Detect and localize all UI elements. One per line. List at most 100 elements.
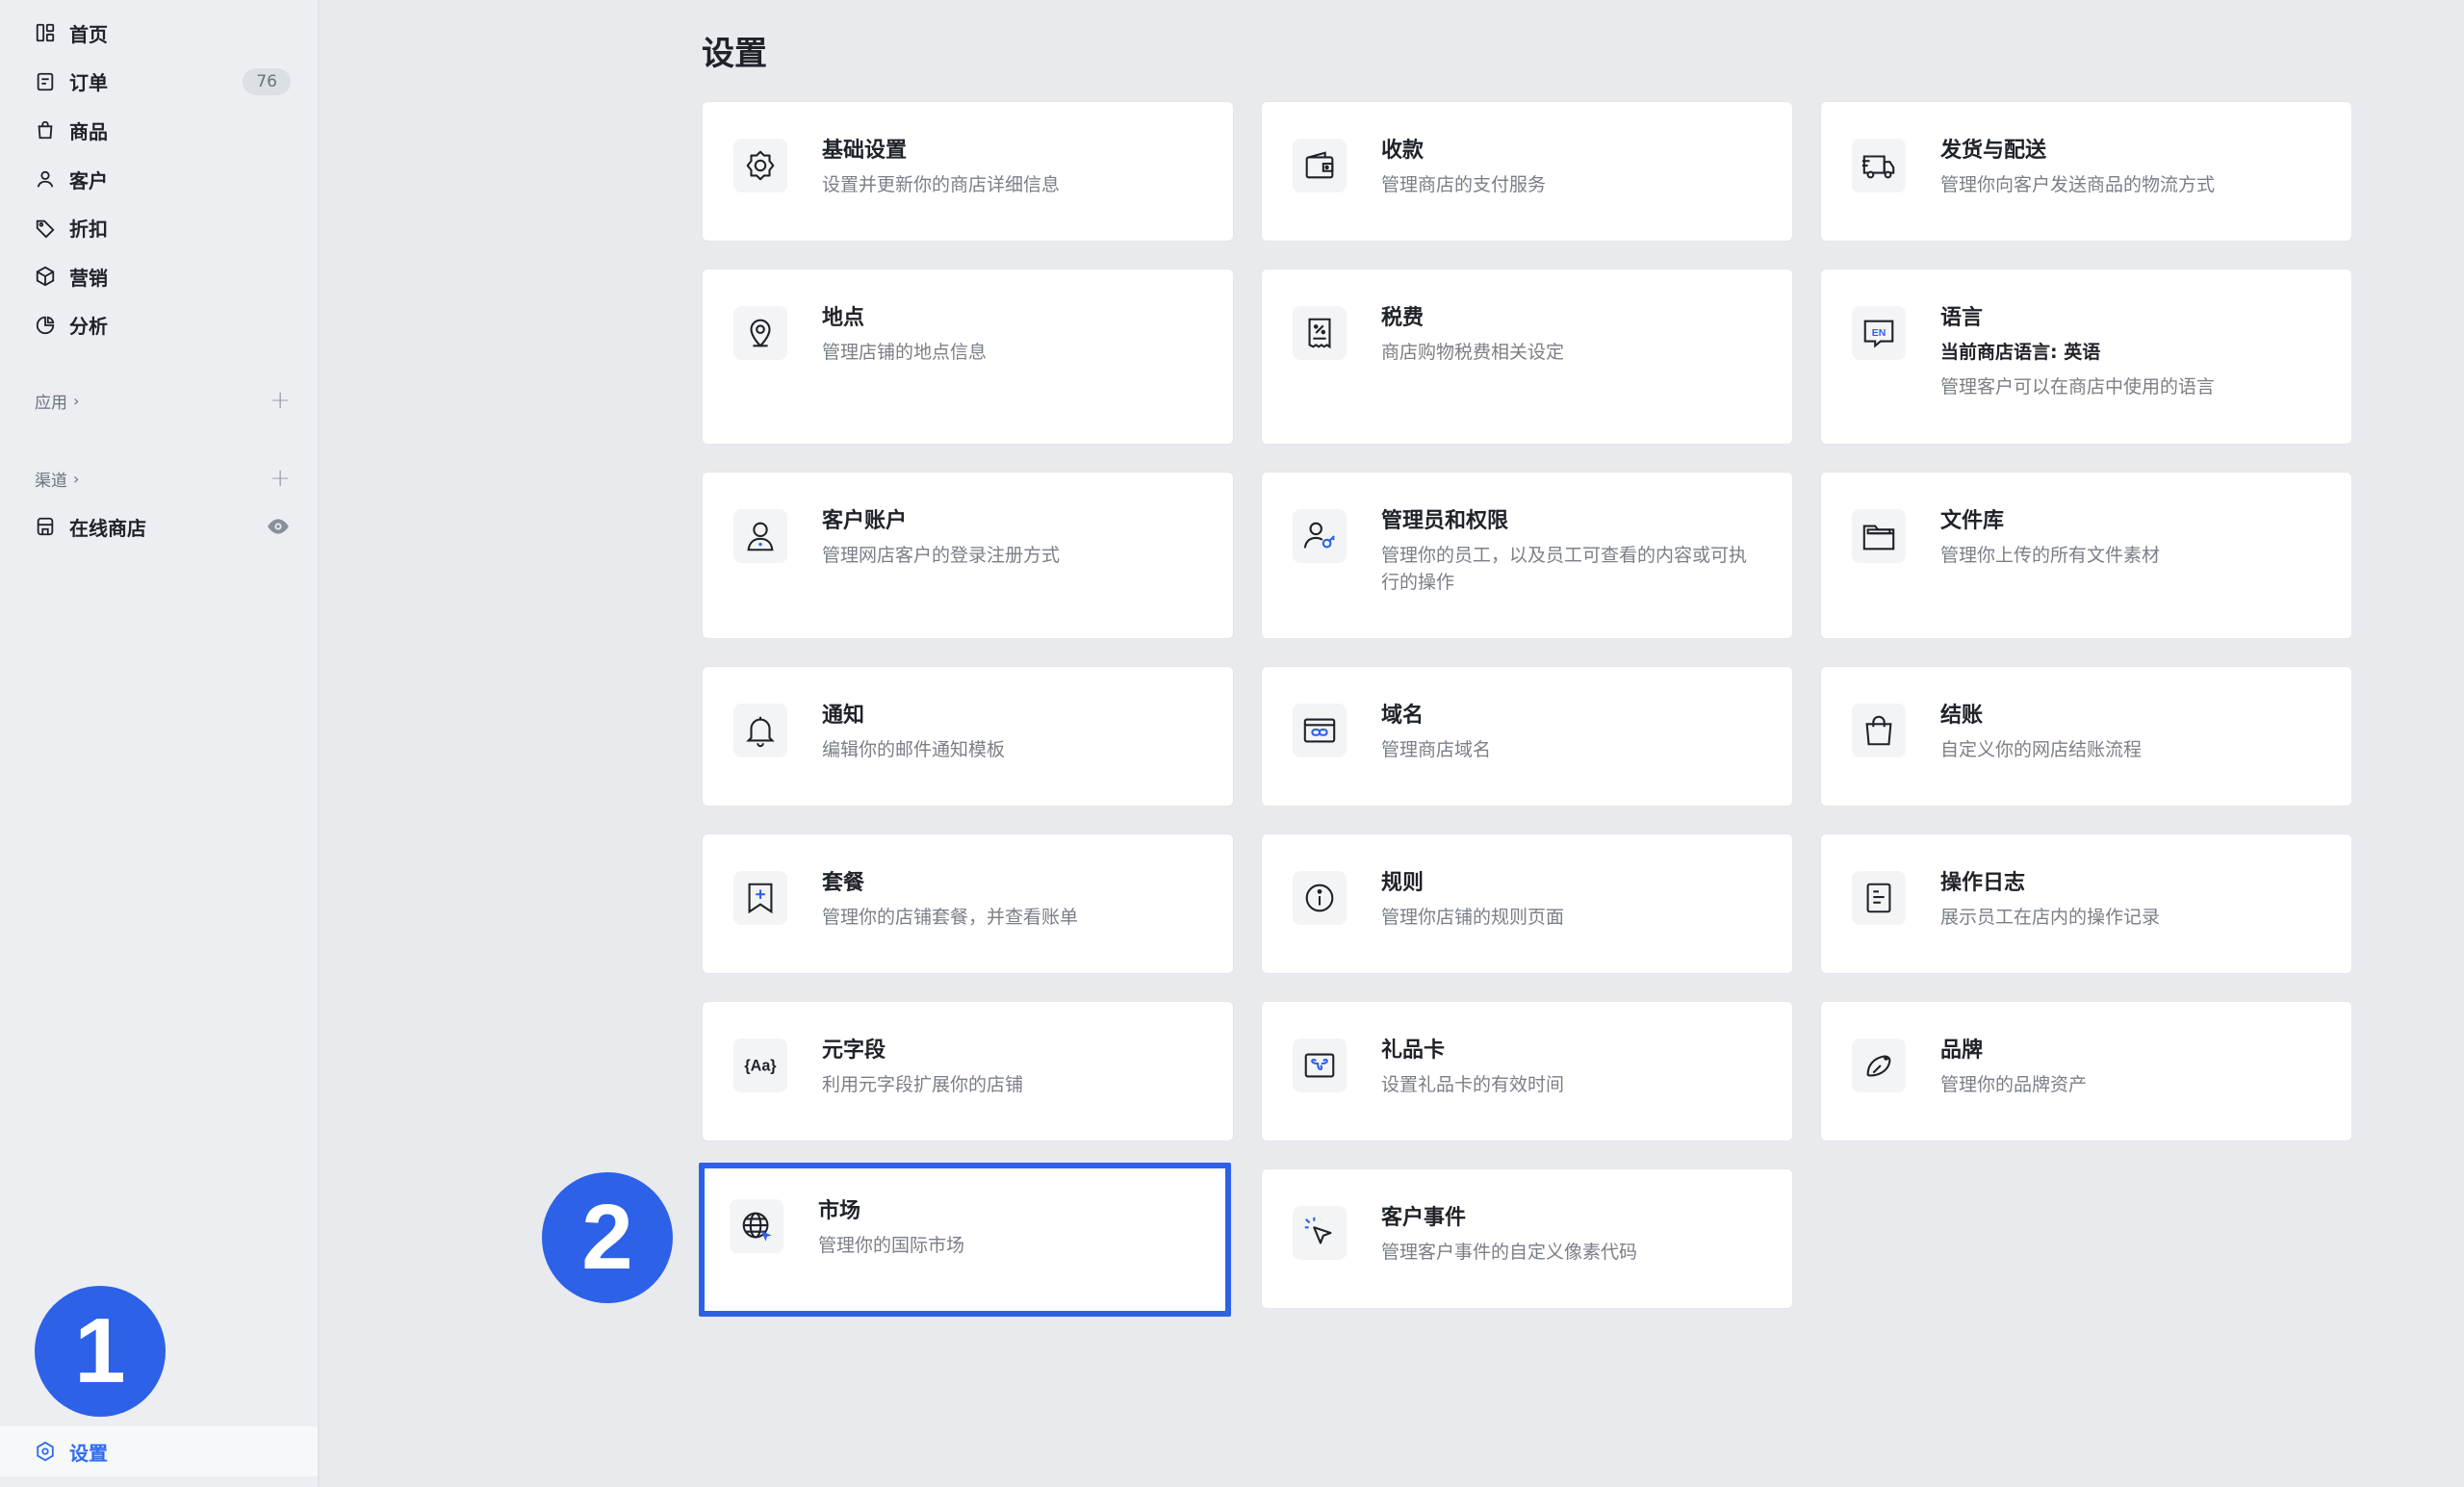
brand-icon bbox=[1852, 1038, 1906, 1092]
sidebar-item-label: 营销 bbox=[69, 266, 108, 290]
settings-card-locations[interactable]: 地点 管理店铺的地点信息 bbox=[702, 269, 1234, 445]
settings-card-file-library[interactable]: 文件库 管理你上传的所有文件素材 bbox=[1820, 472, 2352, 639]
folder-icon bbox=[1852, 509, 1906, 563]
card-description: 管理你向客户发送商品的物流方式 bbox=[1940, 174, 2216, 195]
card-description: 管理店铺的地点信息 bbox=[822, 342, 988, 363]
card-title: 结账 bbox=[1940, 704, 1984, 728]
settings-card-markets[interactable]: 市场 管理你的国际市场 bbox=[699, 1163, 1231, 1317]
settings-card-taxes[interactable]: 税费 商店购物税费相关设定 bbox=[1261, 269, 1793, 445]
shopping-bag-icon bbox=[1852, 704, 1906, 757]
sidebar-item-products[interactable]: 商品 bbox=[0, 106, 318, 155]
sidebar-nav: 首页 订单 76 商品 客户 折扣 营销 分析 bbox=[0, 9, 318, 349]
card-description: 管理你的国际市场 bbox=[818, 1235, 965, 1256]
card-description: 管理商店的支付服务 bbox=[1381, 174, 1547, 195]
settings-card-payments[interactable]: 收款 管理商店的支付服务 bbox=[1261, 101, 1793, 242]
card-description: 自定义你的网店结账流程 bbox=[1940, 739, 2143, 760]
settings-card-metafields[interactable]: {Aa} 元字段 利用元字段扩展你的店铺 bbox=[702, 1001, 1234, 1141]
settings-card-customer-events[interactable]: 客户事件 管理客户事件的自定义像素代码 bbox=[1261, 1168, 1793, 1309]
card-description: 管理你店铺的规则页面 bbox=[1381, 907, 1565, 928]
settings-card-basic[interactable]: 基础设置 设置并更新你的商店详细信息 bbox=[702, 101, 1234, 242]
settings-card-notifications[interactable]: 通知 编辑你的邮件通知模板 bbox=[702, 666, 1234, 807]
truck-icon bbox=[1852, 139, 1906, 192]
sidebar-item-orders[interactable]: 订单 76 bbox=[0, 58, 318, 107]
store-icon bbox=[35, 516, 56, 537]
card-description: 利用元字段扩展你的店铺 bbox=[822, 1074, 1024, 1095]
sidebar-item-discounts[interactable]: 折扣 bbox=[0, 203, 318, 252]
chevron-right-icon: › bbox=[73, 391, 80, 410]
settings-card-plan[interactable]: 套餐 管理你的店铺套餐，并查看账单 bbox=[702, 833, 1234, 974]
sidebar-item-home[interactable]: 首页 bbox=[0, 9, 318, 58]
sidebar: 首页 订单 76 商品 客户 折扣 营销 分析 应用 › + 渠道 › + 在线… bbox=[0, 0, 320, 1487]
card-description: 管理网店客户的登录注册方式 bbox=[822, 545, 1061, 566]
card-description: 设置并更新你的商店详细信息 bbox=[822, 174, 1061, 195]
tax-receipt-icon bbox=[1293, 306, 1347, 360]
card-title: 元字段 bbox=[822, 1038, 886, 1063]
card-description: 管理你的员工，以及员工可查看的内容或可执行的操作 bbox=[1381, 545, 1748, 593]
sidebar-item-label: 折扣 bbox=[69, 218, 108, 242]
plan-bookmark-icon bbox=[733, 871, 787, 925]
card-title: 市场 bbox=[818, 1199, 861, 1223]
add-channel-button[interactable]: + bbox=[270, 466, 291, 491]
sidebar-item-marketing[interactable]: 营销 bbox=[0, 252, 318, 301]
customer-account-icon bbox=[733, 509, 787, 563]
sidebar-item-customers[interactable]: 客户 bbox=[0, 155, 318, 204]
dashboard-icon bbox=[35, 22, 56, 43]
eye-icon[interactable] bbox=[266, 514, 291, 539]
sidebar-item-settings[interactable]: 设置 bbox=[0, 1426, 318, 1476]
channels-section-header[interactable]: 渠道 › + bbox=[35, 464, 291, 493]
sidebar-item-label: 首页 bbox=[69, 22, 108, 46]
card-title: 税费 bbox=[1381, 306, 1424, 330]
apps-section-header[interactable]: 应用 › + bbox=[35, 386, 291, 415]
card-description: 管理你上传的所有文件素材 bbox=[1940, 545, 2161, 566]
step-marker-1: 1 bbox=[35, 1286, 166, 1417]
add-app-button[interactable]: + bbox=[270, 388, 291, 413]
card-description: 管理商店域名 bbox=[1381, 739, 1492, 760]
location-pin-icon bbox=[733, 306, 787, 360]
card-description: 管理客户事件的自定义像素代码 bbox=[1381, 1242, 1638, 1263]
settings-card-languages[interactable]: EN 语言 当前商店语言: 英语 管理客户可以在商店中使用的语言 bbox=[1820, 269, 2352, 445]
settings-label: 设置 bbox=[69, 1441, 108, 1465]
settings-card-activity-log[interactable]: 操作日志 展示员工在店内的操作记录 bbox=[1820, 833, 2352, 974]
language-en-icon: EN bbox=[1852, 306, 1906, 360]
globe-icon bbox=[730, 1199, 783, 1253]
settings-card-admins-permissions[interactable]: 管理员和权限 管理你的员工，以及员工可查看的内容或可执行的操作 bbox=[1261, 472, 1793, 639]
card-description: 管理客户可以在商店中使用的语言 bbox=[1940, 376, 2216, 397]
orders-count-badge: 76 bbox=[243, 67, 291, 95]
card-title: 域名 bbox=[1381, 704, 1424, 728]
metafield-icon: {Aa} bbox=[733, 1038, 787, 1092]
card-title: 地点 bbox=[822, 306, 865, 330]
apps-section-label: 应用 bbox=[35, 393, 67, 413]
sidebar-item-label: 商品 bbox=[69, 119, 108, 143]
app-root: 首页 订单 76 商品 客户 折扣 营销 分析 应用 › + 渠道 › + 在线… bbox=[0, 0, 2464, 1487]
gear-icon bbox=[733, 139, 787, 192]
settings-card-gift-cards[interactable]: 礼品卡 设置礼品卡的有效时间 bbox=[1261, 1001, 1793, 1141]
step-marker-2: 2 bbox=[542, 1172, 673, 1303]
settings-card-shipping[interactable]: 发货与配送 管理你向客户发送商品的物流方式 bbox=[1820, 101, 2352, 242]
sidebar-item-analytics[interactable]: 分析 bbox=[0, 301, 318, 350]
card-title: 发货与配送 bbox=[1940, 139, 2047, 163]
online-store-label: 在线商店 bbox=[69, 516, 146, 540]
gift-card-icon bbox=[1293, 1038, 1347, 1092]
sidebar-item-online-store[interactable]: 在线商店 bbox=[35, 510, 291, 543]
settings-card-checkout[interactable]: 结账 自定义你的网店结账流程 bbox=[1820, 666, 2352, 807]
card-title: 基础设置 bbox=[822, 139, 908, 163]
card-description: 商店购物税费相关设定 bbox=[1381, 342, 1565, 363]
card-title: 文件库 bbox=[1940, 509, 2005, 533]
card-title: 客户账户 bbox=[822, 509, 908, 533]
settings-card-policies[interactable]: 规则 管理你店铺的规则页面 bbox=[1261, 833, 1793, 974]
card-title: 操作日志 bbox=[1940, 871, 2026, 895]
card-title: 品牌 bbox=[1940, 1038, 1984, 1063]
domain-link-icon bbox=[1293, 704, 1347, 757]
settings-card-domains[interactable]: 域名 管理商店域名 bbox=[1261, 666, 1793, 807]
card-title: 语言 bbox=[1940, 306, 1984, 330]
settings-card-brand[interactable]: 品牌 管理你的品牌资产 bbox=[1820, 1001, 2352, 1141]
card-title: 客户事件 bbox=[1381, 1206, 1467, 1230]
settings-card-customer-accounts[interactable]: 客户账户 管理网店客户的登录注册方式 bbox=[702, 472, 1234, 639]
card-title: 管理员和权限 bbox=[1381, 509, 1509, 533]
bag-icon bbox=[35, 119, 56, 141]
card-current-language: 当前商店语言: 英语 bbox=[1940, 342, 2101, 363]
card-description: 管理你的品牌资产 bbox=[1940, 1074, 2088, 1095]
card-title: 规则 bbox=[1381, 871, 1424, 895]
log-document-icon bbox=[1852, 871, 1906, 925]
sidebar-item-label: 分析 bbox=[69, 315, 108, 339]
